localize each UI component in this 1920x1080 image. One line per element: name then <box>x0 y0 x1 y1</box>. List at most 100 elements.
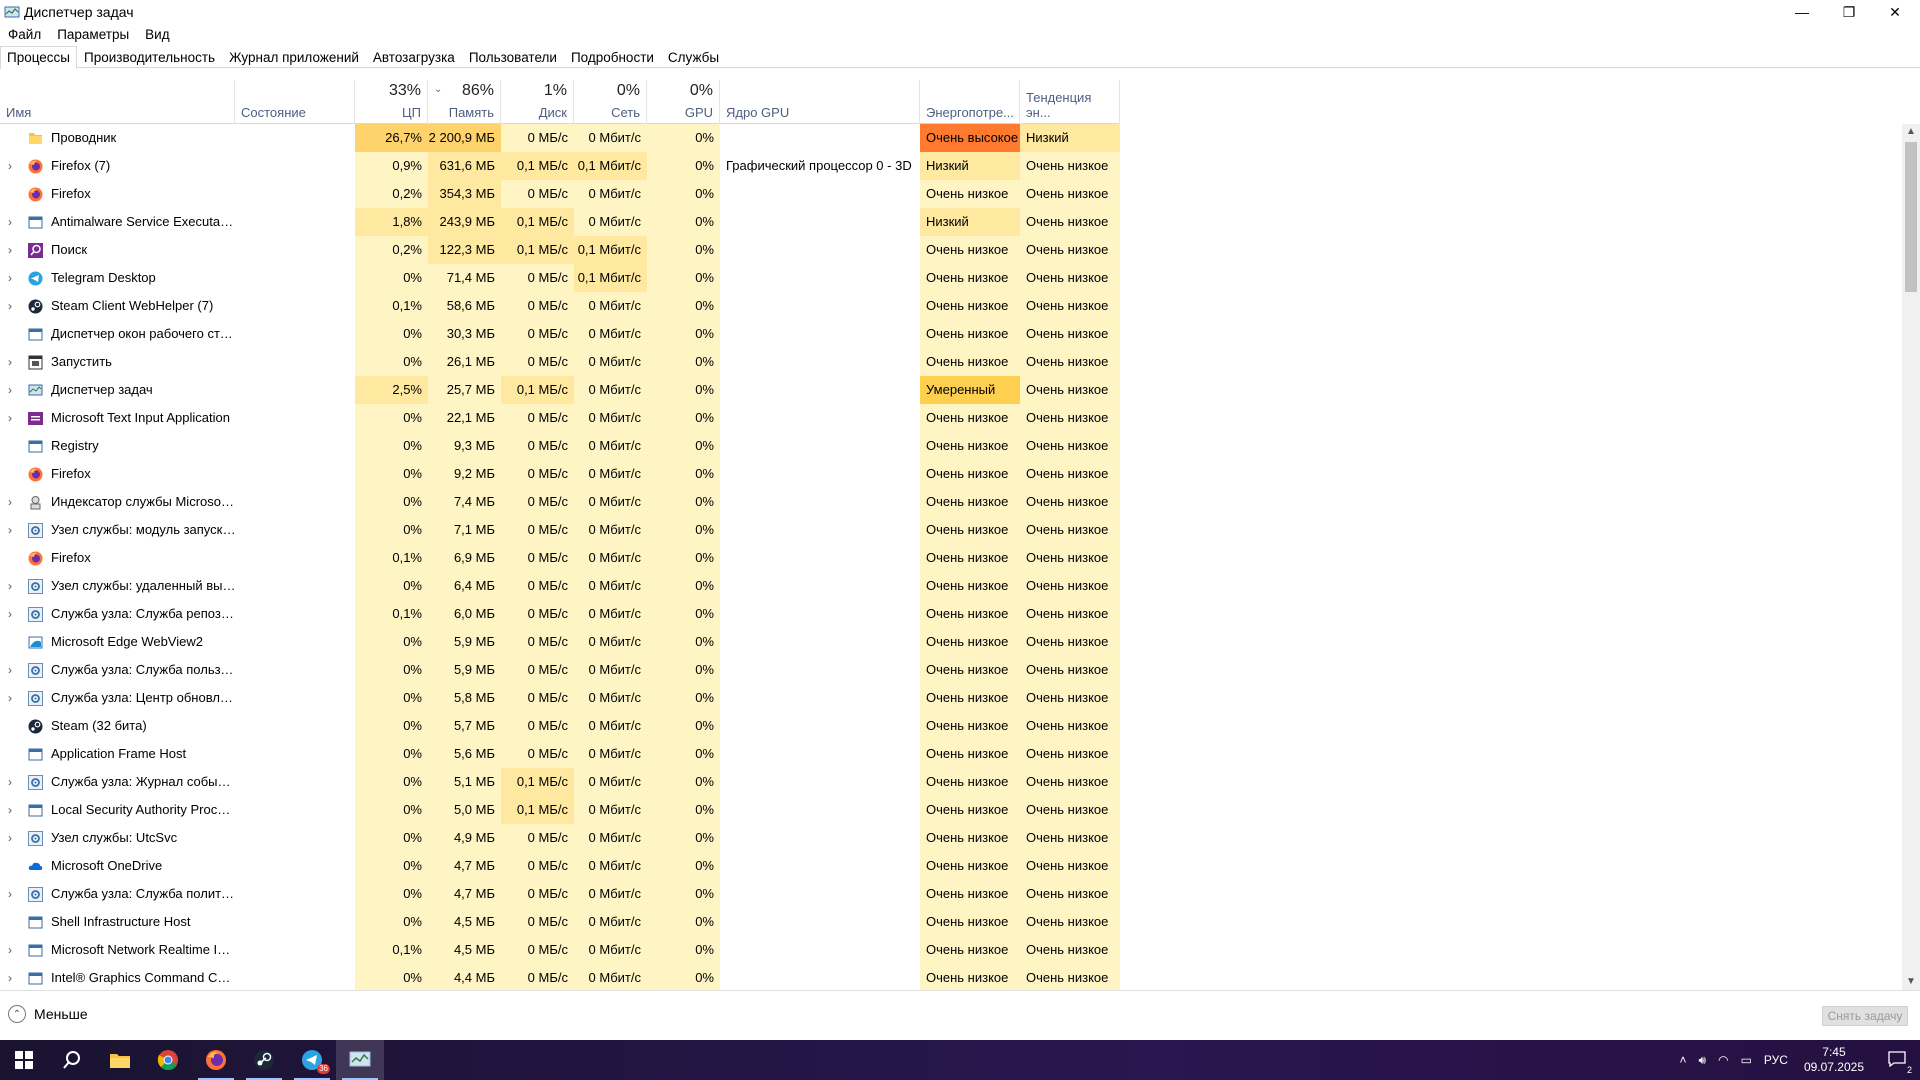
process-row[interactable]: › Local Security Authority Process... 0% 5,… <box>0 796 1120 824</box>
process-row[interactable]: › Поиск 0,2% 122,3 МБ 0,1 МБ/с 0,1 Мбит/с 0% Оч… <box>0 236 1120 264</box>
process-row[interactable]: › Firefox (7) 0,9% 631,6 МБ 0,1 МБ/с 0,1 Мбит… <box>0 152 1120 180</box>
col-network[interactable]: 0% Сеть <box>574 80 647 124</box>
expand-chevron-icon[interactable]: › <box>8 684 12 712</box>
taskbar-telegram[interactable]: 36 <box>288 1040 336 1080</box>
process-row[interactable]: Microsoft OneDrive 0% 4,7 МБ 0 МБ/с 0 Мбит/с… <box>0 852 1120 880</box>
col-power-trend[interactable]: Тенденция эн... <box>1020 80 1120 124</box>
expand-chevron-icon[interactable]: › <box>8 964 12 990</box>
process-row[interactable]: Registry 0% 9,3 МБ 0 МБ/с 0 Мбит/с 0% Очень ни… <box>0 432 1120 460</box>
col-status[interactable]: Состояние <box>235 80 355 124</box>
taskbar-steam[interactable] <box>240 1040 288 1080</box>
process-row[interactable]: › Служба узла: Служба политик... 0% 4,7 МБ 0… <box>0 880 1120 908</box>
menu-file[interactable]: Файл <box>0 27 49 42</box>
expand-chevron-icon[interactable]: › <box>8 936 12 964</box>
expand-chevron-icon[interactable]: › <box>8 824 12 852</box>
process-row[interactable]: › Microsoft Network Realtime Ins... 0,1% 4,… <box>0 936 1120 964</box>
expand-chevron-icon[interactable]: › <box>8 488 12 516</box>
fewer-details-button[interactable]: ⌃ Меньше <box>8 1005 88 1023</box>
expand-chevron-icon[interactable]: › <box>8 292 12 320</box>
gpu-cell: 0% <box>647 600 720 628</box>
expand-chevron-icon[interactable]: › <box>8 236 12 264</box>
tab-services[interactable]: Службы <box>661 46 726 68</box>
process-row[interactable]: › Запустить 0% 26,1 МБ 0 МБ/с 0 Мбит/с 0% Очень… <box>0 348 1120 376</box>
process-row[interactable]: › Antimalware Service Executable 1,8% 243,9… <box>0 208 1120 236</box>
minimize-button[interactable]: — <box>1780 0 1824 24</box>
expand-chevron-icon[interactable]: › <box>8 600 12 628</box>
process-row[interactable]: › Узел службы: UtcSvc 0% 4,9 МБ 0 МБ/с 0 Мбит… <box>0 824 1120 852</box>
process-row[interactable]: Firefox 0,1% 6,9 МБ 0 МБ/с 0 Мбит/с 0% Очень н… <box>0 544 1120 572</box>
process-row[interactable]: › Telegram Desktop 0% 71,4 МБ 0 МБ/с 0,1 Мбит… <box>0 264 1120 292</box>
col-gpu-engine[interactable]: Ядро GPU <box>720 80 920 124</box>
expand-chevron-icon[interactable]: › <box>8 404 12 432</box>
process-row[interactable]: › Служба узла: Служба репозит... 0,1% 6,0 М… <box>0 600 1120 628</box>
process-row[interactable]: › Узел службы: модуль запуска ... 0% 7,1 МБ… <box>0 516 1120 544</box>
process-row[interactable]: › Steam Client WebHelper (7) 0,1% 58,6 МБ 0 … <box>0 292 1120 320</box>
expand-chevron-icon[interactable]: › <box>8 348 12 376</box>
process-row[interactable]: › Индексатор службы Microsoft ... 0% 7,4 МБ… <box>0 488 1120 516</box>
restore-button[interactable]: ❐ <box>1827 0 1871 24</box>
tab-app-history[interactable]: Журнал приложений <box>222 46 366 68</box>
expand-chevron-icon[interactable]: › <box>8 264 12 292</box>
start-button[interactable] <box>0 1040 48 1080</box>
col-gpu[interactable]: 0% GPU <box>647 80 720 124</box>
clock[interactable]: 7:45 09.07.2025 <box>1794 1045 1874 1075</box>
taskbar-search-button[interactable] <box>48 1040 96 1080</box>
expand-chevron-icon[interactable]: › <box>8 768 12 796</box>
volume-icon[interactable]: 🔊︎ <box>1693 1053 1713 1068</box>
close-button[interactable]: ✕ <box>1873 0 1917 24</box>
expand-chevron-icon[interactable]: › <box>8 208 12 236</box>
gpu-cell: 0% <box>647 684 720 712</box>
menu-options[interactable]: Параметры <box>49 27 137 42</box>
wifi-icon[interactable]: ◠ <box>1712 1053 1734 1067</box>
process-row[interactable]: › Intel® Graphics Command Cen... 0% 4,4 МБ 0… <box>0 964 1120 990</box>
process-row[interactable]: Application Frame Host 0% 5,6 МБ 0 МБ/с 0 Мб… <box>0 740 1120 768</box>
vertical-scrollbar[interactable]: ▲ ▼ <box>1902 124 1920 990</box>
tab-startup[interactable]: Автозагрузка <box>366 46 462 68</box>
taskbar-task-manager[interactable] <box>336 1040 384 1080</box>
process-row[interactable]: › Служба узла: Служба пользов... 0% 5,9 МБ 0… <box>0 656 1120 684</box>
process-row[interactable]: › Узел службы: удаленный вызо... 0% 6,4 МБ 0… <box>0 572 1120 600</box>
notification-center-icon[interactable]: 2 <box>1874 1050 1920 1075</box>
expand-chevron-icon[interactable]: › <box>8 376 12 404</box>
process-row[interactable]: › Microsoft Text Input Application 0% 22,1 … <box>0 404 1120 432</box>
chevron-up-icon[interactable]: ˄ <box>1674 1053 1693 1067</box>
process-name: Firefox <box>51 466 91 481</box>
end-task-button[interactable]: Снять задачу <box>1822 1006 1908 1026</box>
tab-details[interactable]: Подробности <box>564 46 661 68</box>
tab-processes[interactable]: Процессы <box>0 46 78 69</box>
tab-performance[interactable]: Производительность <box>77 46 222 68</box>
process-row[interactable]: Steam (32 бита) 0% 5,7 МБ 0 МБ/с 0 Мбит/с 0% О… <box>0 712 1120 740</box>
expand-chevron-icon[interactable]: › <box>8 796 12 824</box>
col-power-usage[interactable]: Энергопотре... <box>920 80 1020 124</box>
process-row[interactable]: › Служба узла: Центр обновлен... 0% 5,8 МБ 0… <box>0 684 1120 712</box>
gpu-cell: 0% <box>647 880 720 908</box>
process-row[interactable]: Проводник 26,7% 2 200,9 МБ 0 МБ/с 0 Мбит/с 0%… <box>0 124 1120 152</box>
scroll-up-icon[interactable]: ▲ <box>1902 124 1920 140</box>
expand-chevron-icon[interactable]: › <box>8 152 12 180</box>
process-row[interactable]: Firefox 0,2% 354,3 МБ 0 МБ/с 0 Мбит/с 0% Очень… <box>0 180 1120 208</box>
process-row[interactable]: Shell Infrastructure Host 0% 4,5 МБ 0 МБ/с 0… <box>0 908 1120 936</box>
expand-chevron-icon[interactable]: › <box>8 656 12 684</box>
process-row[interactable]: Диспетчер окон рабочего стола 0% 30,3 МБ 0 … <box>0 320 1120 348</box>
process-row[interactable]: › Диспетчер задач 2,5% 25,7 МБ 0,1 МБ/с 0 Мби… <box>0 376 1120 404</box>
scroll-thumb[interactable] <box>1905 142 1917 292</box>
tab-users[interactable]: Пользователи <box>462 46 564 68</box>
taskbar-chrome[interactable] <box>144 1040 192 1080</box>
taskbar-firefox[interactable] <box>192 1040 240 1080</box>
col-memory[interactable]: ⌄ 86% Память <box>428 80 501 124</box>
col-disk[interactable]: 1% Диск <box>501 80 574 124</box>
process-row[interactable]: › Служба узла: Журнал событи... 0% 5,1 МБ 0,… <box>0 768 1120 796</box>
menu-view[interactable]: Вид <box>137 27 177 42</box>
window-icon <box>28 439 43 454</box>
language-indicator[interactable]: РУС <box>1758 1053 1794 1067</box>
expand-chevron-icon[interactable]: › <box>8 516 12 544</box>
process-row[interactable]: Firefox 0% 9,2 МБ 0 МБ/с 0 Мбит/с 0% Очень низ… <box>0 460 1120 488</box>
scroll-down-icon[interactable]: ▼ <box>1902 974 1920 990</box>
expand-chevron-icon[interactable]: › <box>8 880 12 908</box>
col-name[interactable]: Имя <box>0 80 235 124</box>
col-cpu[interactable]: 33% ЦП <box>355 80 428 124</box>
process-row[interactable]: Microsoft Edge WebView2 0% 5,9 МБ 0 МБ/с 0 М… <box>0 628 1120 656</box>
battery-icon[interactable]: ▭ <box>1735 1053 1758 1067</box>
taskbar-explorer[interactable] <box>96 1040 144 1080</box>
expand-chevron-icon[interactable]: › <box>8 572 12 600</box>
